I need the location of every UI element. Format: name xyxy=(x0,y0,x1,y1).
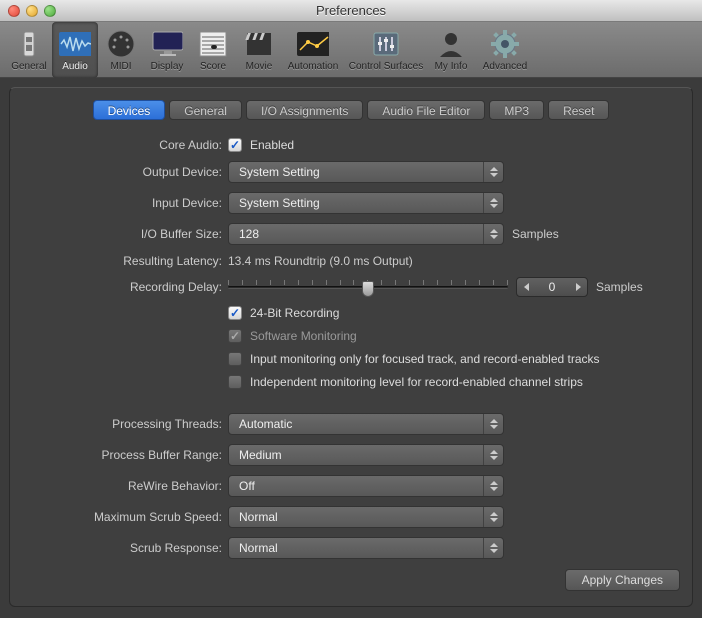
gear-icon xyxy=(489,28,521,60)
dropdown-output-device[interactable]: System Setting xyxy=(228,161,504,183)
stepper-increment[interactable] xyxy=(569,278,587,296)
dropdown-value: System Setting xyxy=(239,165,320,179)
chevron-updown-icon xyxy=(483,507,503,527)
toolbar-label: MIDI xyxy=(110,61,131,72)
person-icon xyxy=(435,28,467,60)
checkbox-independent-monitoring[interactable] xyxy=(228,375,242,389)
slider-icon xyxy=(13,28,45,60)
checkbox-enabled[interactable] xyxy=(228,138,242,152)
dropdown-io-buffer[interactable]: 128 xyxy=(228,223,504,245)
label-max-scrub: Maximum Scrub Speed: xyxy=(22,510,222,524)
toolbar-label: General xyxy=(11,61,47,72)
slider-thumb[interactable] xyxy=(362,281,374,297)
dropdown-value: Off xyxy=(239,479,255,493)
label-input-monitoring: Input monitoring only for focused track,… xyxy=(250,352,600,366)
tab-reset[interactable]: Reset xyxy=(548,100,609,120)
label-core-audio: Core Audio: xyxy=(22,138,222,152)
clapper-icon xyxy=(243,28,275,60)
label-output-device: Output Device: xyxy=(22,165,222,179)
dropdown-value: Automatic xyxy=(239,417,292,431)
checkbox-software-monitoring[interactable] xyxy=(228,329,242,343)
toolbar-audio[interactable]: Audio xyxy=(52,22,98,78)
chevron-updown-icon xyxy=(483,476,503,496)
dropdown-scrub-response[interactable]: Normal xyxy=(228,537,504,559)
label-process-buffer: Process Buffer Range: xyxy=(22,448,222,462)
window-title: Preferences xyxy=(0,3,702,18)
label-independent-monitoring: Independent monitoring level for record-… xyxy=(250,375,583,389)
checkbox-24bit[interactable] xyxy=(228,306,242,320)
toolbar-automation[interactable]: Automation xyxy=(282,22,344,78)
toolbar-label: Automation xyxy=(288,61,339,72)
dropdown-value: Normal xyxy=(239,541,278,555)
label-input-device: Input Device: xyxy=(22,196,222,210)
dropdown-max-scrub[interactable]: Normal xyxy=(228,506,504,528)
dropdown-process-buffer[interactable]: Medium xyxy=(228,444,504,466)
chevron-updown-icon xyxy=(483,193,503,213)
tab-devices[interactable]: Devices xyxy=(93,100,166,120)
enabled-text: Enabled xyxy=(250,138,294,152)
label-24bit: 24-Bit Recording xyxy=(250,306,339,320)
label-software-monitoring: Software Monitoring xyxy=(250,329,357,343)
tab-general[interactable]: General xyxy=(169,100,242,120)
score-icon xyxy=(197,28,229,60)
chevron-updown-icon xyxy=(483,445,503,465)
tab-audio-file-editor[interactable]: Audio File Editor xyxy=(367,100,485,120)
stepper-value: 0 xyxy=(535,280,569,294)
toolbar-my-info[interactable]: My Info xyxy=(428,22,474,78)
label-recording-delay: Recording Delay: xyxy=(22,280,222,294)
chevron-updown-icon xyxy=(483,224,503,244)
toolbar-label: Display xyxy=(151,61,184,72)
tabbar: Devices General I/O Assignments Audio Fi… xyxy=(22,100,680,120)
label-io-buffer: I/O Buffer Size: xyxy=(22,227,222,241)
toolbar-label: My Info xyxy=(435,61,468,72)
toolbar-general[interactable]: General xyxy=(6,22,52,78)
tab-io-assignments[interactable]: I/O Assignments xyxy=(246,100,363,120)
stepper-decrement[interactable] xyxy=(517,278,535,296)
automation-icon xyxy=(297,28,329,60)
dropdown-processing-threads[interactable]: Automatic xyxy=(228,413,504,435)
apply-changes-button[interactable]: Apply Changes xyxy=(565,569,680,591)
label-scrub-response: Scrub Response: xyxy=(22,541,222,555)
control-surfaces-icon xyxy=(370,28,402,60)
label-processing-threads: Processing Threads: xyxy=(22,417,222,431)
toolbar: General Audio MIDI Display Score xyxy=(0,22,702,78)
toolbar-label: Audio xyxy=(62,61,88,72)
toolbar-label: Movie xyxy=(246,61,273,72)
toolbar-label: Score xyxy=(200,61,226,72)
dropdown-value: 128 xyxy=(239,227,259,241)
toolbar-score[interactable]: Score xyxy=(190,22,236,78)
slider-recording-delay[interactable] xyxy=(228,277,508,297)
toolbar-advanced[interactable]: Advanced xyxy=(474,22,536,78)
midi-icon xyxy=(105,28,137,60)
dropdown-value: System Setting xyxy=(239,196,320,210)
toolbar-movie[interactable]: Movie xyxy=(236,22,282,78)
toolbar-label: Control Surfaces xyxy=(349,61,423,72)
preferences-window: Preferences General Audio MIDI Display xyxy=(0,0,702,618)
display-icon xyxy=(151,28,183,60)
stepper-recording-delay[interactable]: 0 xyxy=(516,277,588,297)
tab-mp3[interactable]: MP3 xyxy=(489,100,544,120)
toolbar-display[interactable]: Display xyxy=(144,22,190,78)
dropdown-input-device[interactable]: System Setting xyxy=(228,192,504,214)
chevron-updown-icon xyxy=(483,414,503,434)
toolbar-control-surfaces[interactable]: Control Surfaces xyxy=(344,22,428,78)
label-rewire: ReWire Behavior: xyxy=(22,479,222,493)
toolbar-label: Advanced xyxy=(483,61,527,72)
titlebar: Preferences xyxy=(0,0,702,22)
settings-panel: Devices General I/O Assignments Audio Fi… xyxy=(9,87,693,607)
label-resulting-latency: Resulting Latency: xyxy=(22,254,222,268)
dropdown-rewire[interactable]: Off xyxy=(228,475,504,497)
chevron-updown-icon xyxy=(483,162,503,182)
dropdown-value: Medium xyxy=(239,448,282,462)
samples-unit: Samples xyxy=(596,280,643,294)
dropdown-value: Normal xyxy=(239,510,278,524)
settings-form: Core Audio: Enabled Output Device: Syste… xyxy=(22,138,680,559)
chevron-updown-icon xyxy=(483,538,503,558)
samples-unit: Samples xyxy=(512,227,559,241)
toolbar-midi[interactable]: MIDI xyxy=(98,22,144,78)
waveform-icon xyxy=(59,28,91,60)
checkbox-input-monitoring[interactable] xyxy=(228,352,242,366)
resulting-latency-value: 13.4 ms Roundtrip (9.0 ms Output) xyxy=(228,254,413,268)
